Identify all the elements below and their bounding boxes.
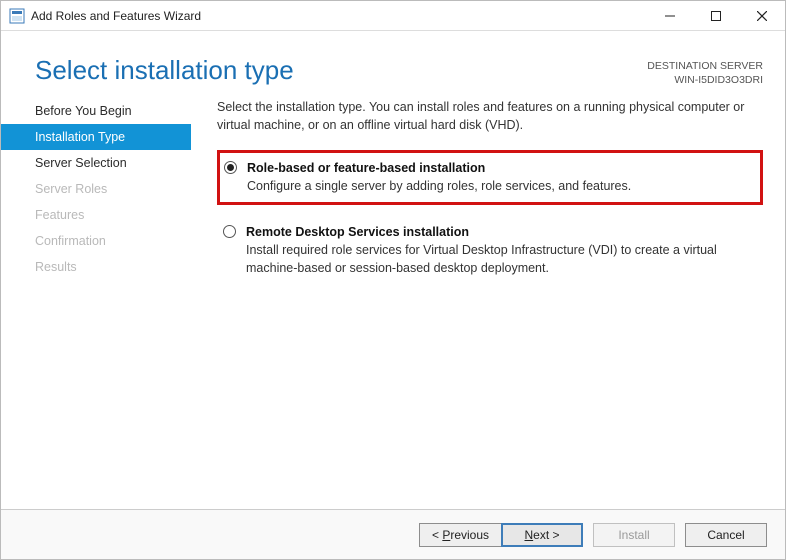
step-installation-type[interactable]: Installation Type (1, 124, 191, 150)
main-pane: Select the installation type. You can in… (191, 96, 785, 509)
install-button: Install (593, 523, 675, 547)
header: Select installation type DESTINATION SER… (1, 31, 785, 96)
previous-button[interactable]: < Previous (419, 523, 501, 547)
step-server-selection[interactable]: Server Selection (1, 150, 191, 176)
step-results: Results (1, 254, 191, 280)
minimize-button[interactable] (647, 1, 693, 31)
wizard-steps-sidebar: Before You Begin Installation Type Serve… (1, 96, 191, 509)
footer: < Previous Next > Install Cancel (1, 509, 785, 559)
destination-label: DESTINATION SERVER (647, 59, 763, 73)
step-server-roles: Server Roles (1, 176, 191, 202)
maximize-button[interactable] (693, 1, 739, 31)
step-features: Features (1, 202, 191, 228)
option-rds-desc: Install required role services for Virtu… (246, 241, 753, 277)
radio-rds[interactable] (223, 225, 236, 238)
titlebar: Add Roles and Features Wizard (1, 1, 785, 31)
close-button[interactable] (739, 1, 785, 31)
app-icon (9, 8, 25, 24)
destination-server-block: DESTINATION SERVER WIN-I5DID3O3DRI (647, 59, 763, 87)
option-rds-title: Remote Desktop Services installation (246, 223, 753, 241)
intro-text: Select the installation type. You can in… (217, 98, 763, 134)
option-role-based-desc: Configure a single server by adding role… (247, 177, 631, 195)
cancel-button[interactable]: Cancel (685, 523, 767, 547)
body: Before You Begin Installation Type Serve… (1, 96, 785, 509)
option-rds[interactable]: Remote Desktop Services installation Ins… (217, 215, 763, 285)
next-button[interactable]: Next > (501, 523, 583, 547)
window-title: Add Roles and Features Wizard (31, 9, 647, 23)
option-rds-text: Remote Desktop Services installation Ins… (246, 223, 753, 277)
step-before-you-begin[interactable]: Before You Begin (1, 98, 191, 124)
destination-value: WIN-I5DID3O3DRI (647, 73, 763, 87)
step-confirmation: Confirmation (1, 228, 191, 254)
option-role-based[interactable]: Role-based or feature-based installation… (217, 150, 763, 204)
radio-role-based[interactable] (224, 161, 237, 174)
nav-button-group: < Previous Next > (419, 523, 583, 547)
option-role-based-text: Role-based or feature-based installation… (247, 159, 631, 195)
option-role-based-title: Role-based or feature-based installation (247, 159, 631, 177)
